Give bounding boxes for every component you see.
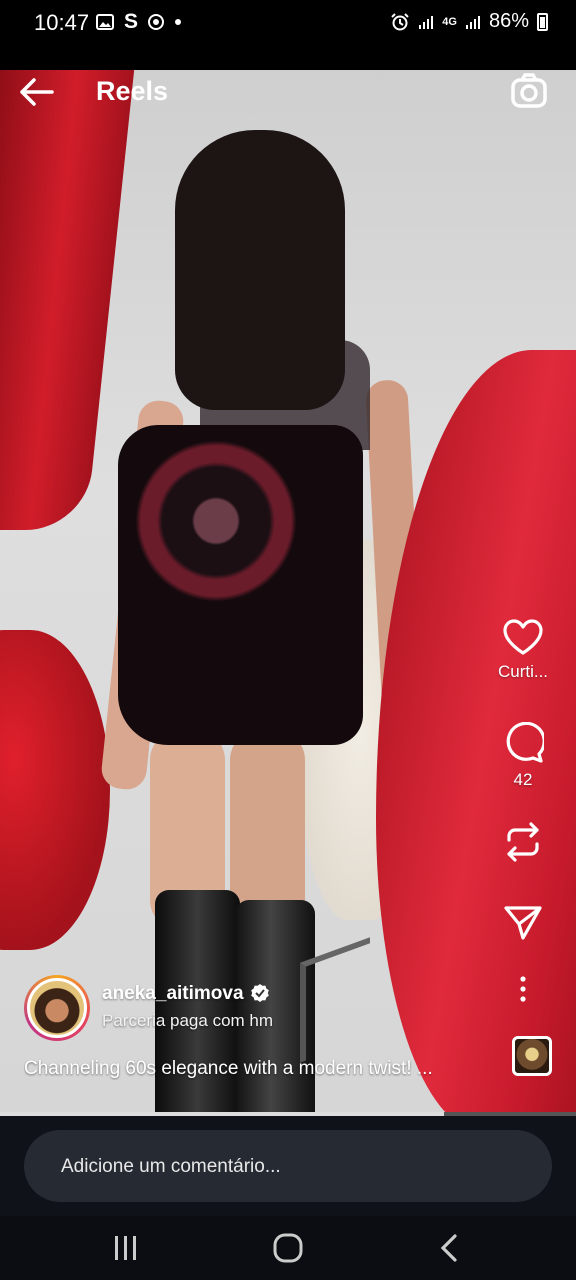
camera-icon[interactable] — [510, 72, 548, 110]
comments-count: 42 — [513, 770, 533, 789]
like-button[interactable]: Curti... — [488, 618, 558, 682]
status-right-icons: 4G 86% — [390, 10, 548, 33]
network-type: 4G — [442, 15, 457, 28]
status-bar: 10:47 S 4G 86% — [0, 0, 576, 70]
page-title: Reels — [96, 76, 169, 106]
status-left-icons: S — [96, 10, 182, 34]
comment-button[interactable]: 42 — [488, 722, 558, 790]
hair — [175, 130, 345, 410]
signal-icon — [419, 15, 434, 29]
repost-icon — [507, 822, 539, 862]
battery-icon — [537, 12, 548, 31]
alarm-icon — [391, 12, 409, 30]
back-nav-icon[interactable] — [430, 1230, 470, 1266]
like-label: Curti... — [497, 662, 549, 681]
comment-icon — [506, 722, 544, 763]
reels-header: Reels — [0, 70, 576, 114]
s-icon: S — [124, 10, 139, 33]
chrome-icon — [148, 14, 165, 30]
gallery-icon — [96, 14, 114, 30]
red-fabric-left — [0, 630, 110, 950]
home-icon[interactable] — [268, 1230, 308, 1266]
dot-icon — [175, 19, 182, 25]
more-vertical-icon — [520, 976, 526, 1002]
username[interactable]: aneka_aitimova — [102, 983, 270, 1005]
send-icon — [504, 906, 542, 940]
battery-percent: 86% — [488, 10, 529, 32]
share-button[interactable] — [488, 904, 558, 942]
more-button[interactable] — [488, 976, 558, 1002]
repost-button[interactable] — [488, 820, 558, 864]
paid-partnership-label[interactable]: Parceria paga com hm — [102, 1011, 273, 1031]
model-figure — [99, 130, 427, 1113]
avatar[interactable] — [24, 975, 90, 1041]
recents-icon[interactable] — [106, 1230, 146, 1266]
comment-input[interactable]: Adicione um comentário... — [24, 1130, 552, 1202]
status-time: 10:47 — [34, 10, 90, 35]
heart-icon — [503, 619, 543, 655]
audio-thumbnail[interactable] — [512, 1036, 552, 1076]
avatar-image — [27, 978, 87, 1038]
caption[interactable]: Channeling 60s elegance with a modern tw… — [24, 1058, 494, 1080]
reel-video[interactable] — [0, 70, 576, 1113]
sequin-dress — [118, 425, 363, 745]
username-text: aneka_aitimova — [102, 983, 244, 1004]
comment-bar: Adicione um comentário... — [0, 1116, 576, 1216]
system-navbar — [0, 1216, 576, 1280]
verified-badge-icon — [250, 984, 269, 1002]
signal-icon — [465, 15, 480, 29]
arrow-left-icon[interactable] — [16, 74, 56, 110]
